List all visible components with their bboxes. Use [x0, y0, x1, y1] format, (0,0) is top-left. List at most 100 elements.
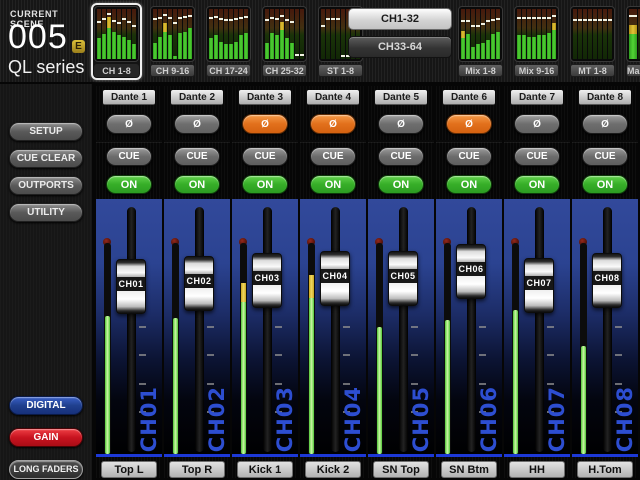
channel-name[interactable]: H.Tom: [577, 461, 633, 478]
meter-block-ch-25-32[interactable]: CH 25-32: [259, 3, 310, 80]
on-button[interactable]: ON: [446, 175, 492, 194]
fader-cap[interactable]: CH03: [252, 253, 282, 308]
gain-button[interactable]: GAIN: [9, 428, 83, 447]
meter-bar: [336, 9, 340, 59]
bank-button-ch1-32[interactable]: CH1-32: [348, 8, 452, 30]
on-button[interactable]: ON: [106, 175, 152, 194]
meter-fill: [239, 35, 243, 59]
meter-block-label[interactable]: CH 17-24: [206, 64, 251, 77]
fader-cap[interactable]: CH06: [456, 244, 486, 299]
phase-button[interactable]: Ø: [106, 114, 152, 134]
cue-button[interactable]: CUE: [582, 147, 628, 166]
digital-button[interactable]: DIGITAL: [9, 396, 83, 415]
channel-name[interactable]: Top R: [169, 461, 225, 478]
fader-track[interactable]: [331, 207, 340, 452]
meter-fill: [102, 34, 106, 59]
fader-track[interactable]: [535, 207, 544, 452]
channel-name[interactable]: Kick 2: [305, 461, 361, 478]
meter-block-mix-1-8[interactable]: Mix 1-8: [455, 3, 506, 80]
phase-button[interactable]: Ø: [174, 114, 220, 134]
long-faders-button[interactable]: LONG FADERS: [9, 460, 83, 479]
fader-cap[interactable]: CH08: [592, 253, 622, 308]
cue-button[interactable]: CUE: [106, 147, 152, 166]
on-button[interactable]: ON: [310, 175, 356, 194]
meter-block-label[interactable]: CH 1-8: [94, 64, 139, 77]
fader-cap[interactable]: CH02: [184, 256, 214, 311]
strip-divider: [436, 140, 502, 142]
channel-name[interactable]: SN Top: [373, 461, 429, 478]
on-button[interactable]: ON: [174, 175, 220, 194]
on-button[interactable]: ON: [378, 175, 424, 194]
meter-bar: [331, 9, 335, 59]
meter-fill: [97, 38, 101, 59]
phase-button[interactable]: Ø: [242, 114, 288, 134]
meter-bar: [244, 9, 248, 59]
on-button[interactable]: ON: [242, 175, 288, 194]
meter-bar: [158, 9, 162, 59]
cue-button[interactable]: CUE: [242, 147, 288, 166]
on-button[interactable]: ON: [582, 175, 628, 194]
cue-button[interactable]: CUE: [174, 147, 220, 166]
meter-fill: [168, 35, 172, 59]
channel-strips: Dante 1ØCUEONCH01CH01Top LDante 2ØCUEONC…: [92, 84, 640, 480]
fader-track[interactable]: [263, 207, 272, 452]
outports-button[interactable]: OUTPORTS: [9, 176, 83, 195]
meter-bar: [608, 9, 612, 59]
meter-fill: [209, 38, 213, 59]
meter-fill: [285, 38, 289, 59]
phase-button[interactable]: Ø: [378, 114, 424, 134]
meter-block-label[interactable]: MT 1-8: [570, 64, 615, 77]
utility-button[interactable]: UTILITY: [9, 203, 83, 222]
fader-cap[interactable]: CH05: [388, 251, 418, 306]
channel-name[interactable]: SN Btm: [441, 461, 497, 478]
meter-peak-tick: [598, 19, 602, 21]
fader-track[interactable]: [399, 207, 408, 452]
port-label: Dante 2: [171, 90, 223, 105]
cue-clear-button[interactable]: CUE CLEAR: [9, 149, 83, 168]
meter-bar: [112, 9, 116, 59]
meter-block-label[interactable]: Mix 1-8: [458, 64, 503, 77]
cue-button[interactable]: CUE: [514, 147, 560, 166]
meter-block-label[interactable]: ST 1-8: [318, 64, 363, 77]
fader-area: CH04CH04: [300, 199, 366, 457]
phase-button[interactable]: Ø: [582, 114, 628, 134]
cue-button[interactable]: CUE: [378, 147, 424, 166]
port-label: Dante 7: [511, 90, 563, 105]
scene-display[interactable]: CURRENT SCENE 005 E QL series: [0, 0, 90, 84]
fader-cap[interactable]: CH01: [116, 259, 146, 314]
phase-button[interactable]: Ø: [310, 114, 356, 134]
cue-button[interactable]: CUE: [446, 147, 492, 166]
fader-cap-label: CH03: [253, 271, 281, 285]
channel-name[interactable]: Kick 1: [237, 461, 293, 478]
meter-block-label[interactable]: CH 9-16: [150, 64, 195, 77]
channel-name[interactable]: Top L: [101, 461, 157, 478]
console-series-label: QL series: [8, 57, 84, 78]
fader-cap[interactable]: CH07: [524, 258, 554, 313]
meter-fill: [163, 32, 167, 60]
meter-peak-tick: [122, 18, 126, 20]
meter-bar: [234, 9, 238, 59]
meter-block-ch-17-24[interactable]: CH 17-24: [203, 3, 254, 80]
meter-block-mt-1-8[interactable]: MT 1-8: [567, 3, 618, 80]
channel-name[interactable]: HH: [509, 461, 565, 478]
meter-block-ch-1-8[interactable]: CH 1-8: [91, 3, 142, 80]
bank-button-ch33-64[interactable]: CH33-64: [348, 36, 452, 58]
meter-fill: [280, 30, 284, 59]
meter-block-label[interactable]: Mix 9-16: [514, 64, 559, 77]
fader-track[interactable]: [127, 207, 136, 452]
on-button[interactable]: ON: [514, 175, 560, 194]
meter-block-mix-9-16[interactable]: Mix 9-16: [511, 3, 562, 80]
fader-track[interactable]: [195, 207, 204, 452]
strip-bottom-accent-line: [96, 454, 162, 457]
meter-block-ch-9-16[interactable]: CH 9-16: [147, 3, 198, 80]
fader-track[interactable]: [603, 207, 612, 452]
meter-fill: [552, 30, 556, 59]
meter-block-master[interactable]: Master: [623, 3, 640, 80]
phase-button[interactable]: Ø: [514, 114, 560, 134]
phase-button[interactable]: Ø: [446, 114, 492, 134]
meter-block-label[interactable]: CH 25-32: [262, 64, 307, 77]
meter-block-label[interactable]: Master: [626, 64, 640, 77]
fader-cap[interactable]: CH04: [320, 251, 350, 306]
setup-button[interactable]: SETUP: [9, 122, 83, 141]
cue-button[interactable]: CUE: [310, 147, 356, 166]
